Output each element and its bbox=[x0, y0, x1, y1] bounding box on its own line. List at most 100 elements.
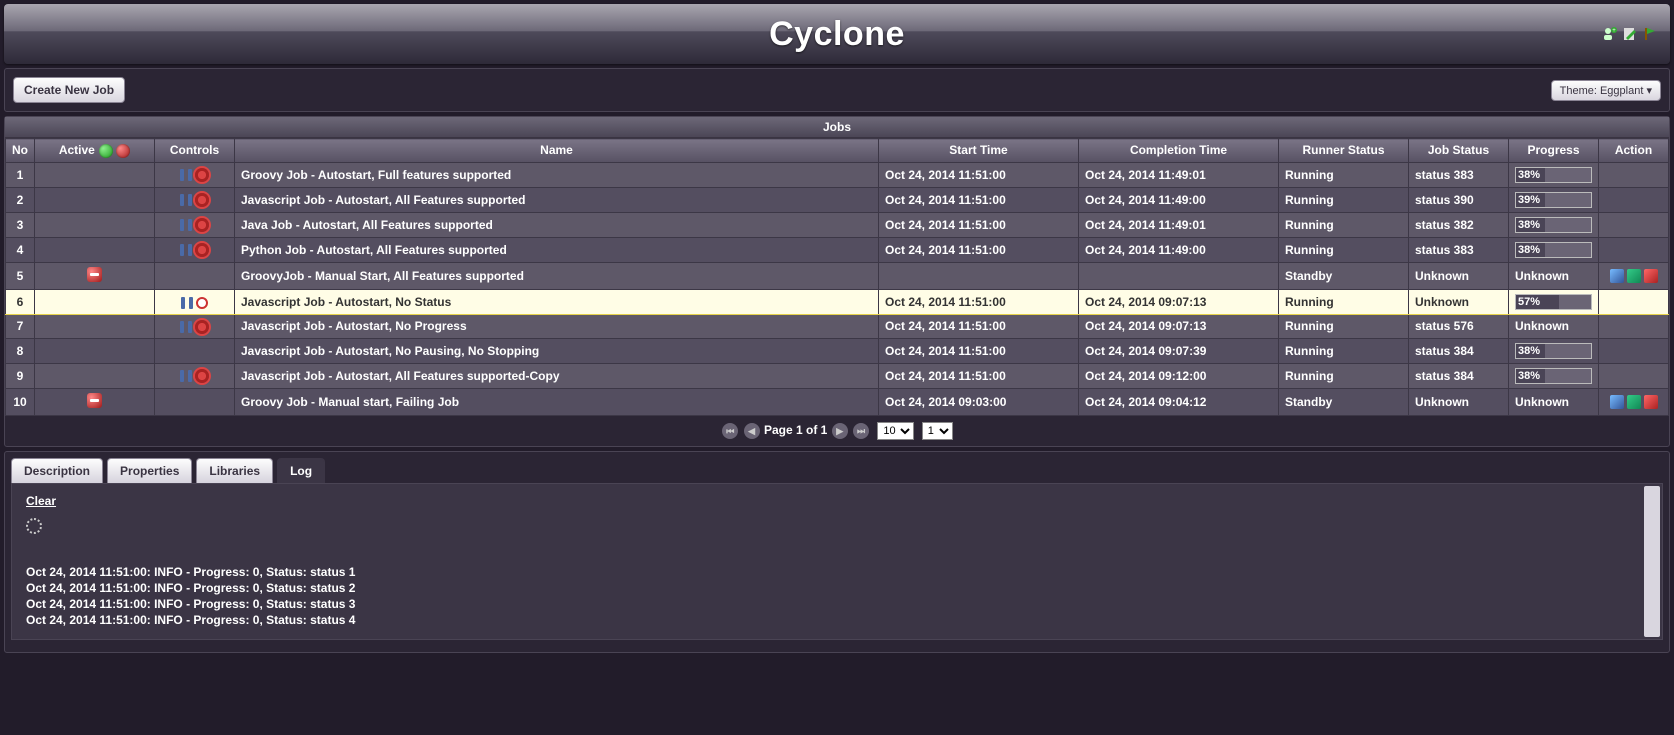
cell-action bbox=[1599, 237, 1669, 262]
tab-properties[interactable]: Properties bbox=[107, 458, 192, 483]
cell-start bbox=[879, 262, 1079, 289]
cell-name: Javascript Job - Autostart, No Progress bbox=[235, 314, 879, 338]
cell-runner: Running bbox=[1279, 363, 1409, 388]
stop-sign-icon[interactable] bbox=[87, 393, 102, 408]
pause-icon[interactable] bbox=[180, 194, 192, 206]
cell-controls bbox=[155, 212, 235, 237]
stop-sign-icon[interactable] bbox=[87, 267, 102, 282]
edit-icon[interactable] bbox=[1622, 26, 1638, 42]
pager-next-button[interactable]: ▶ bbox=[832, 423, 848, 439]
delete-icon[interactable] bbox=[1644, 269, 1658, 283]
stop-gear-icon[interactable] bbox=[195, 218, 209, 232]
col-runner[interactable]: Runner Status bbox=[1279, 139, 1409, 163]
table-row[interactable]: 1 Groovy Job - Autostart, Full features … bbox=[6, 162, 1669, 187]
cell-jobstatus: Unknown bbox=[1409, 289, 1509, 314]
table-row[interactable]: 9 Javascript Job - Autostart, All Featur… bbox=[6, 363, 1669, 388]
cell-completion: Oct 24, 2014 09:04:12 bbox=[1079, 388, 1279, 415]
progress-bar: 38% bbox=[1515, 343, 1592, 359]
col-jobstatus[interactable]: Job Status bbox=[1409, 139, 1509, 163]
table-row[interactable]: 6 Javascript Job - Autostart, No StatusO… bbox=[6, 289, 1669, 314]
stop-gear-icon[interactable] bbox=[195, 168, 209, 182]
cell-completion: Oct 24, 2014 09:07:13 bbox=[1079, 289, 1279, 314]
table-row[interactable]: 7 Javascript Job - Autostart, No Progres… bbox=[6, 314, 1669, 338]
cell-active bbox=[35, 338, 155, 363]
cell-completion: Oct 24, 2014 09:07:39 bbox=[1079, 338, 1279, 363]
cell-start: Oct 24, 2014 09:03:00 bbox=[879, 388, 1079, 415]
cell-active bbox=[35, 363, 155, 388]
col-action[interactable]: Action bbox=[1599, 139, 1669, 163]
cell-action bbox=[1599, 388, 1669, 415]
col-progress[interactable]: Progress bbox=[1509, 139, 1599, 163]
pager-first-button[interactable]: ⏮ bbox=[722, 423, 738, 439]
table-row[interactable]: 5GroovyJob - Manual Start, All Features … bbox=[6, 262, 1669, 289]
copy-icon[interactable] bbox=[1610, 269, 1624, 283]
cell-controls bbox=[155, 289, 235, 314]
cell-start: Oct 24, 2014 11:51:00 bbox=[879, 314, 1079, 338]
create-new-job-button[interactable]: Create New Job bbox=[13, 77, 125, 103]
cell-jobstatus: status 384 bbox=[1409, 338, 1509, 363]
tab-log[interactable]: Log bbox=[277, 458, 325, 483]
cell-jobstatus: status 384 bbox=[1409, 363, 1509, 388]
pause-icon[interactable] bbox=[180, 219, 192, 231]
cell-jobstatus: status 383 bbox=[1409, 237, 1509, 262]
play-icon[interactable] bbox=[1627, 395, 1641, 409]
check-icon[interactable] bbox=[99, 144, 113, 158]
cell-progress: 39% bbox=[1509, 187, 1599, 212]
pager-prev-button[interactable]: ◀ bbox=[744, 423, 760, 439]
cell-active bbox=[35, 314, 155, 338]
table-row[interactable]: 10Groovy Job - Manual start, Failing Job… bbox=[6, 388, 1669, 415]
cell-start: Oct 24, 2014 11:51:00 bbox=[879, 237, 1079, 262]
stop-gear-icon[interactable] bbox=[195, 243, 209, 257]
col-start[interactable]: Start Time bbox=[879, 139, 1079, 163]
clear-log-link[interactable]: Clear bbox=[26, 494, 56, 508]
minus-icon[interactable] bbox=[116, 144, 130, 158]
play-icon[interactable] bbox=[1627, 269, 1641, 283]
cell-runner: Running bbox=[1279, 289, 1409, 314]
pause-icon[interactable] bbox=[180, 321, 192, 333]
cell-controls bbox=[155, 187, 235, 212]
cell-no: 5 bbox=[6, 262, 35, 289]
user-add-icon[interactable]: + bbox=[1602, 26, 1618, 42]
progress-bar: 38% bbox=[1515, 217, 1592, 233]
page-number-select[interactable]: 1 bbox=[922, 422, 953, 440]
jobs-panel: Jobs No Active Controls Name Start Time … bbox=[4, 116, 1670, 447]
tab-description[interactable]: Description bbox=[11, 458, 103, 483]
tab-libraries[interactable]: Libraries bbox=[196, 458, 273, 483]
log-lines: Oct 24, 2014 11:51:00: INFO - Progress: … bbox=[26, 564, 1648, 629]
theme-button[interactable]: Theme: Eggplant ▾ bbox=[1551, 80, 1661, 101]
stop-gear-icon[interactable] bbox=[195, 320, 209, 334]
col-completion[interactable]: Completion Time bbox=[1079, 139, 1279, 163]
cell-action bbox=[1599, 162, 1669, 187]
page-size-select[interactable]: 10 bbox=[877, 422, 914, 440]
cell-runner: Running bbox=[1279, 162, 1409, 187]
copy-icon[interactable] bbox=[1610, 395, 1624, 409]
col-active[interactable]: Active bbox=[35, 139, 155, 163]
table-row[interactable]: 3 Java Job - Autostart, All Features sup… bbox=[6, 212, 1669, 237]
scrollbar[interactable] bbox=[1644, 486, 1660, 637]
cell-no: 6 bbox=[6, 289, 35, 314]
stop-gear-icon[interactable] bbox=[195, 369, 209, 383]
log-panel: Clear Oct 24, 2014 11:51:00: INFO - Prog… bbox=[11, 483, 1663, 640]
theme-label: Theme: Eggplant bbox=[1560, 85, 1644, 97]
cell-start: Oct 24, 2014 11:51:00 bbox=[879, 289, 1079, 314]
col-name[interactable]: Name bbox=[235, 139, 879, 163]
table-row[interactable]: 4 Python Job - Autostart, All Features s… bbox=[6, 237, 1669, 262]
record-icon[interactable] bbox=[196, 297, 208, 309]
pager-last-button[interactable]: ⏭ bbox=[853, 423, 869, 439]
flag-icon[interactable] bbox=[1642, 26, 1658, 42]
table-row[interactable]: 2 Javascript Job - Autostart, All Featur… bbox=[6, 187, 1669, 212]
cell-progress: 38% bbox=[1509, 363, 1599, 388]
delete-icon[interactable] bbox=[1644, 395, 1658, 409]
spinner-icon bbox=[26, 518, 42, 534]
stop-gear-icon[interactable] bbox=[195, 193, 209, 207]
col-no[interactable]: No bbox=[6, 139, 35, 163]
col-controls[interactable]: Controls bbox=[155, 139, 235, 163]
table-row[interactable]: 8Javascript Job - Autostart, No Pausing,… bbox=[6, 338, 1669, 363]
cell-runner: Standby bbox=[1279, 388, 1409, 415]
cell-runner: Standby bbox=[1279, 262, 1409, 289]
pause-icon[interactable] bbox=[180, 370, 192, 382]
pause-icon[interactable] bbox=[180, 169, 192, 181]
pause-icon[interactable] bbox=[180, 244, 192, 256]
cell-progress: Unknown bbox=[1509, 314, 1599, 338]
pause-icon[interactable] bbox=[181, 297, 193, 309]
